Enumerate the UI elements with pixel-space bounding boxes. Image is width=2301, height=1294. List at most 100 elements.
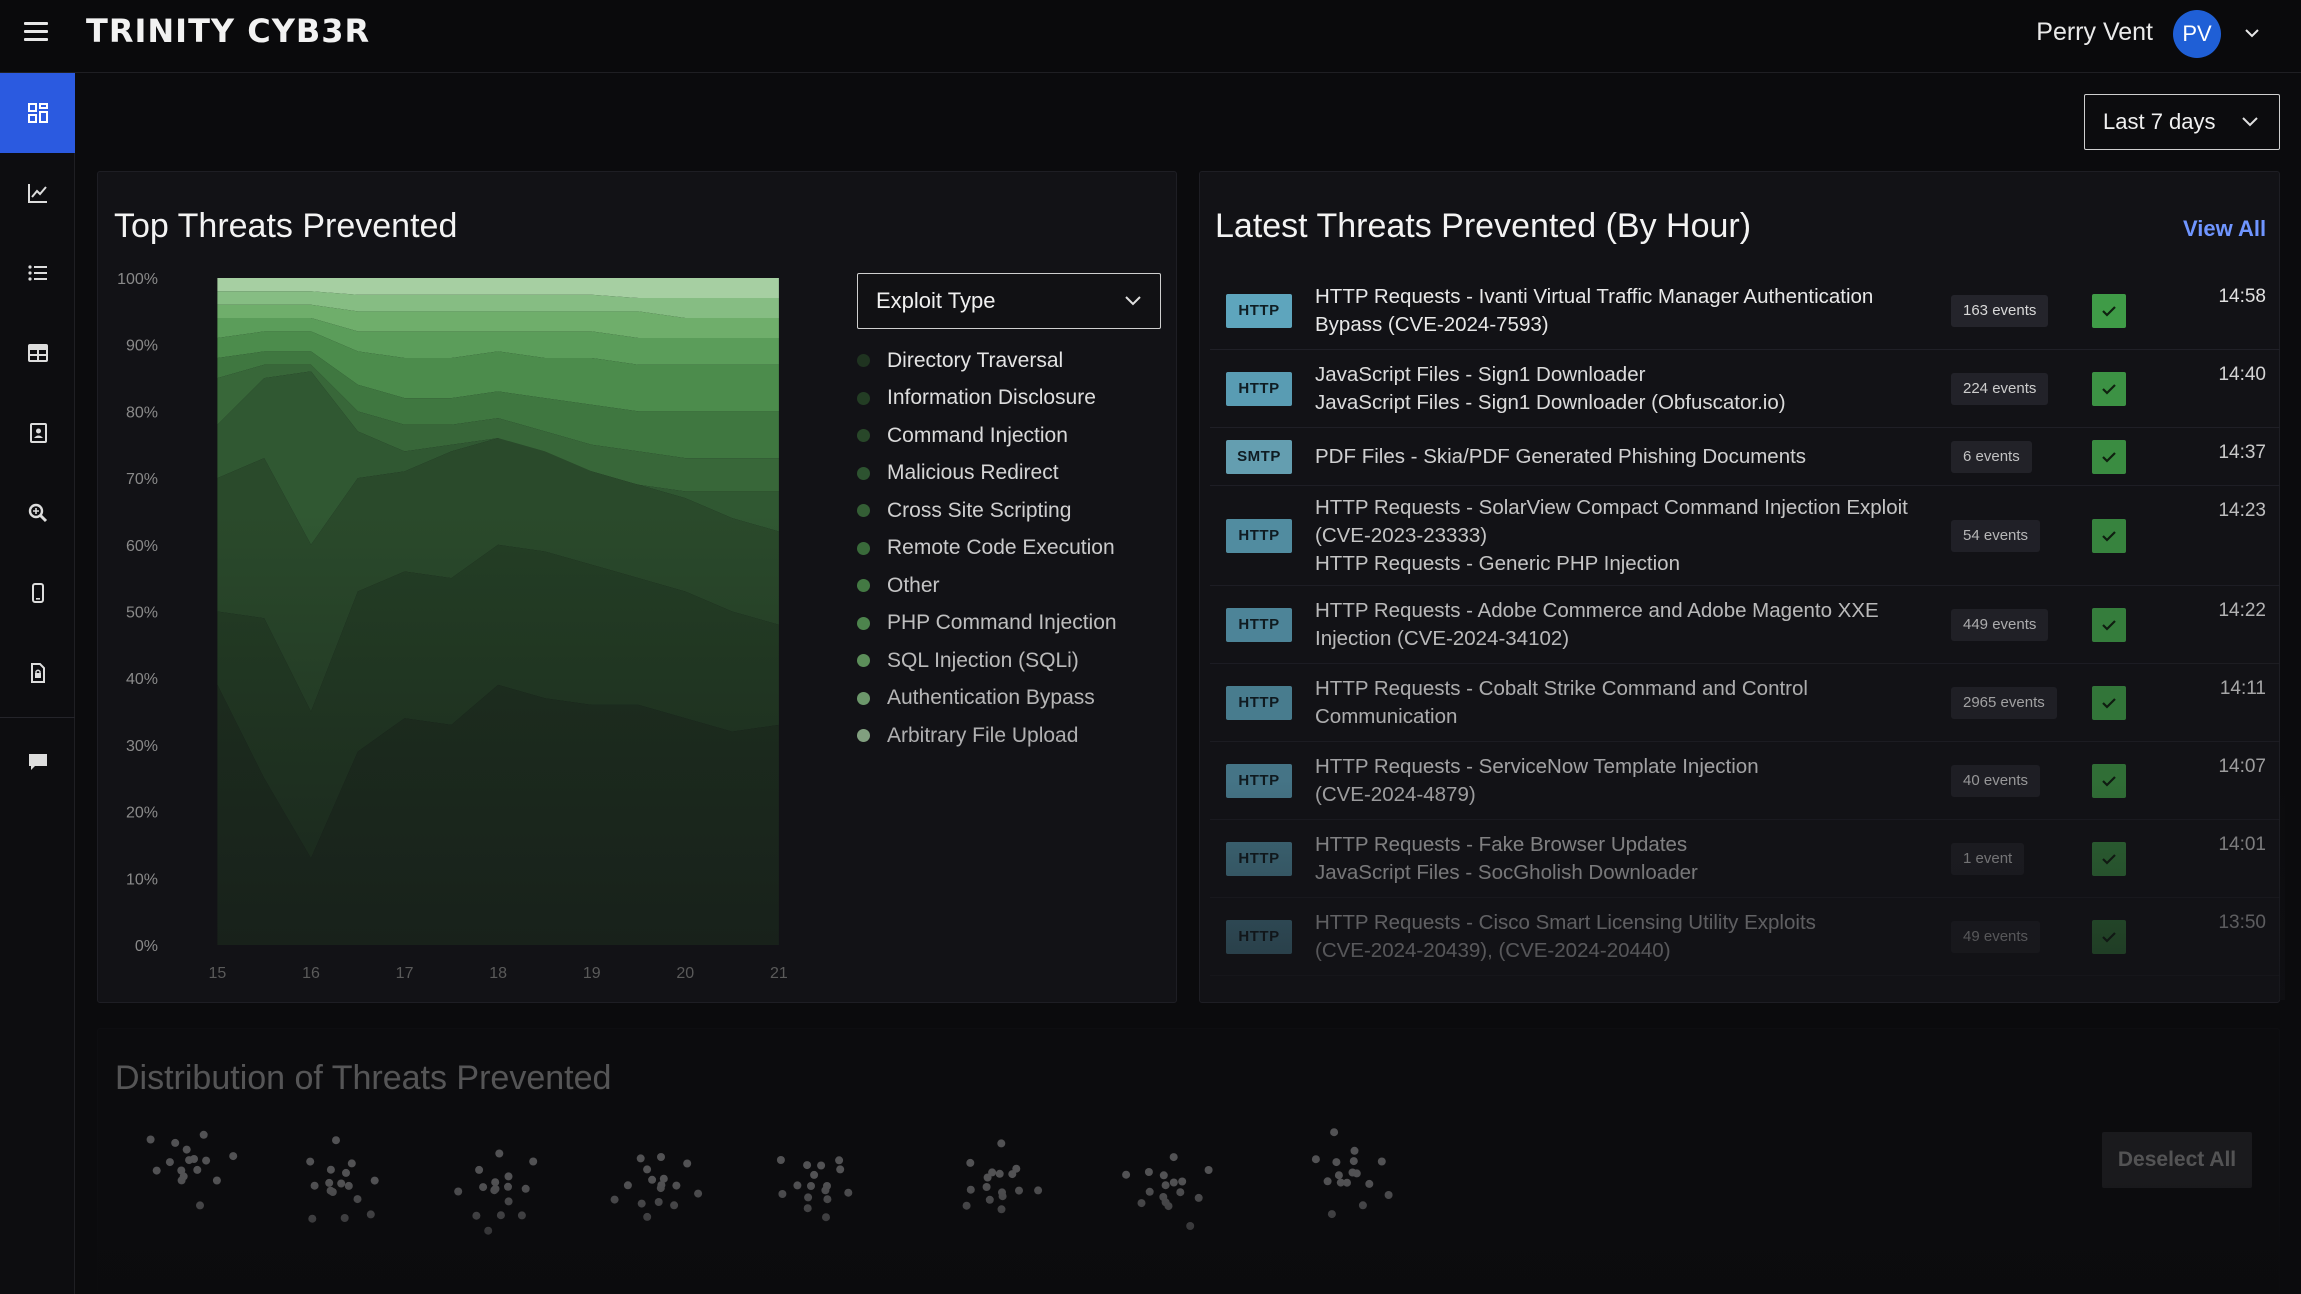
legend-item[interactable]: Malicious Redirect (857, 455, 1117, 493)
sidebar-item-files[interactable] (0, 633, 75, 713)
prevented-check-icon[interactable] (2092, 841, 2126, 876)
legend-item[interactable]: SQL Injection (SQLi) (857, 642, 1117, 680)
threat-row[interactable]: HTTP HTTP Requests - Cobalt Strike Comman… (1210, 664, 2280, 742)
threat-row[interactable]: HTTP JavaScript Files - Sign1 Downloader J… (1210, 350, 2280, 428)
scatter-point (1377, 1157, 1386, 1166)
prevented-check-icon[interactable] (2092, 919, 2126, 954)
scatter-point (982, 1183, 991, 1191)
threat-description[interactable]: HTTP Requests - Ivanti Virtual Traffic M… (1315, 283, 1935, 339)
legend-item[interactable]: Cross Site Scripting (857, 492, 1117, 530)
brand-logo[interactable]: TRINITY CYB3R (86, 12, 370, 50)
scatter-point (966, 1185, 975, 1194)
menu-icon[interactable] (24, 22, 48, 42)
legend-item[interactable]: Remote Code Execution (857, 530, 1117, 568)
scatter-point (610, 1195, 619, 1204)
scatter-point (370, 1176, 379, 1185)
scatter-point (657, 1153, 665, 1161)
avatar[interactable]: PV (2173, 10, 2221, 58)
chevron-down-icon[interactable] (2243, 24, 2261, 42)
prevented-check-icon[interactable] (2092, 293, 2126, 328)
threat-line: PDF Files - Skia/PDF Generated Phishing … (1315, 444, 1807, 468)
threat-line: HTTP Requests - Fake Browser Updates (1315, 832, 1688, 856)
scatter-point (1169, 1153, 1178, 1162)
legend-item[interactable]: Other (857, 567, 1117, 605)
scatter-point (454, 1187, 463, 1196)
sidebar-item-analytics[interactable] (0, 153, 75, 233)
threat-row[interactable]: HTTP HTTP Requests - SolarView Compact Co… (1210, 486, 2280, 586)
threat-description[interactable]: HTTP Requests - SolarView Compact Comman… (1315, 494, 1935, 578)
prevented-check-icon[interactable] (2092, 518, 2126, 553)
protocol-badge: HTTP (1226, 518, 1292, 553)
scatter-point (804, 1193, 813, 1202)
prevented-check-icon[interactable] (2092, 607, 2126, 642)
legend-item[interactable]: Information Disclosure (857, 380, 1117, 418)
scatter-point (182, 1145, 191, 1154)
scatter-point (997, 1139, 1006, 1148)
sidebar-item-list[interactable] (0, 233, 75, 313)
sidebar-divider (0, 717, 75, 718)
threat-row[interactable]: HTTP HTTP Requests - Ivanti Virtual Traff… (1210, 272, 2280, 350)
scatter-point (643, 1212, 652, 1221)
sidebar-item-dashboard[interactable] (0, 73, 75, 153)
legend-dot (857, 429, 870, 443)
sidebar-item-table[interactable] (0, 313, 75, 393)
threat-description[interactable]: HTTP Requests - Cisco Smart Licensing Ut… (1315, 909, 1935, 965)
threat-line: HTTP Requests - SolarView Compact Comman… (1315, 495, 1908, 519)
protocol-badge: SMTP (1226, 439, 1292, 474)
prevented-check-icon[interactable] (2092, 685, 2126, 720)
prevented-check-icon[interactable] (2092, 439, 2126, 474)
scatter-point (1204, 1166, 1213, 1174)
threat-description[interactable]: HTTP Requests - Fake Browser Updates Java… (1315, 831, 1935, 887)
legend-label: Malicious Redirect (887, 461, 1059, 485)
sidebar-item-investigate[interactable] (0, 473, 75, 553)
threat-description[interactable]: HTTP Requests - Adobe Commerce and Adobe… (1315, 597, 1935, 653)
view-all-link[interactable]: View All (2183, 216, 2266, 242)
scatter-point (823, 1195, 832, 1204)
exploit-type-select[interactable]: Exploit Type (857, 273, 1161, 329)
threat-description[interactable]: HTTP Requests - Cobalt Strike Command an… (1315, 675, 1935, 731)
scatter-point (637, 1199, 646, 1208)
user-name[interactable]: Perry Vent (2036, 18, 2153, 47)
sidebar-item-devices[interactable] (0, 553, 75, 633)
sidebar-item-contacts[interactable] (0, 393, 75, 473)
legend-dot (857, 354, 870, 368)
threat-row[interactable]: HTTP HTTP Requests - ServiceNow Template … (1210, 742, 2280, 820)
legend-dot (857, 541, 870, 555)
deselect-all-button[interactable]: Deselect All (2102, 1132, 2252, 1188)
legend-item[interactable]: Authentication Bypass (857, 680, 1117, 718)
threat-description[interactable]: JavaScript Files - Sign1 Downloader JavaS… (1315, 361, 1935, 417)
legend-item[interactable]: PHP Command Injection (857, 605, 1117, 643)
prevented-check-icon[interactable] (2092, 763, 2126, 798)
prevented-check-icon[interactable] (2092, 371, 2126, 406)
threat-line: (CVE-2024-4879) (1315, 782, 1476, 806)
date-range-select[interactable]: Last 7 days (2084, 94, 2280, 150)
threat-line: Bypass (CVE-2024-7593) (1315, 312, 1549, 336)
threat-description[interactable]: PDF Files - Skia/PDF Generated Phishing … (1315, 443, 1935, 471)
legend-dot (857, 691, 870, 705)
sidebar-item-chat[interactable] (0, 722, 75, 802)
y-tick-label: 90% (126, 338, 158, 355)
legend-item[interactable]: Directory Traversal (857, 342, 1117, 380)
threat-row[interactable]: HTTP HTTP Requests - Cisco Smart Licensin… (1210, 898, 2280, 976)
scatter-point (807, 1182, 815, 1190)
legend-dot (857, 391, 870, 405)
scatter-point (496, 1211, 505, 1220)
threat-row[interactable]: SMTP PDF Files - Skia/PDF Generated Phish… (1210, 428, 2280, 486)
latest-threats-title: Latest Threats Prevented (By Hour) (1215, 207, 1752, 245)
chat-icon (28, 754, 47, 770)
threat-description[interactable]: HTTP Requests - ServiceNow Template Inje… (1315, 753, 1935, 809)
scatter-point (491, 1178, 500, 1187)
scatter-point (1349, 1157, 1358, 1166)
scatter-point (196, 1201, 204, 1210)
scatter-point (803, 1161, 812, 1170)
scatter-point (199, 1130, 208, 1139)
event-count-badge: 163 events (1951, 294, 2049, 327)
legend-item[interactable]: Command Injection (857, 417, 1117, 455)
legend-dot (857, 616, 870, 630)
top-threats-title: Top Threats Prevented (114, 207, 458, 245)
threat-row[interactable]: HTTP HTTP Requests - Adobe Commerce and A… (1210, 586, 2280, 664)
threat-row[interactable]: HTTP HTTP Requests - Fake Browser Updates… (1210, 820, 2280, 898)
scatter-point (810, 1170, 819, 1179)
legend-item[interactable]: Arbitrary File Upload (857, 717, 1117, 755)
scatter-point (803, 1204, 812, 1213)
